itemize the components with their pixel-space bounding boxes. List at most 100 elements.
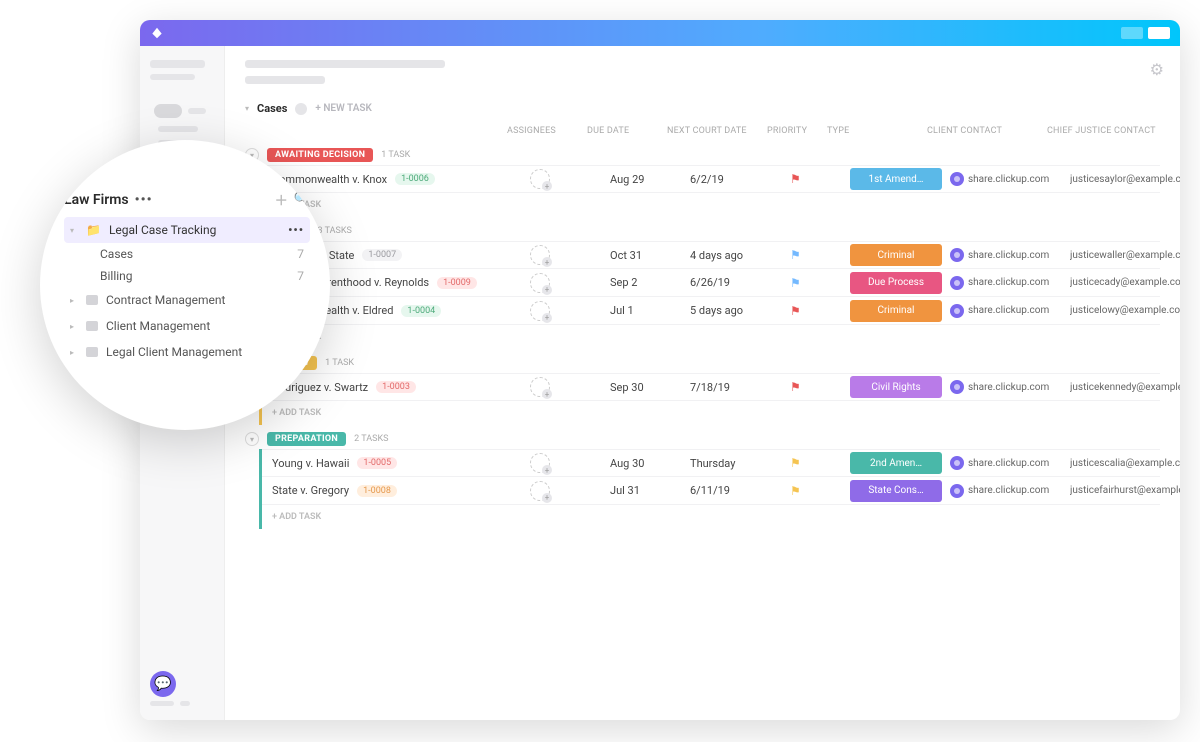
new-task-button[interactable]: + NEW TASK [315, 103, 372, 114]
due-date[interactable]: Aug 29 [610, 173, 690, 186]
task-row[interactable]: Young v. Hawaii 1-0005 Aug 30 Thursday ⚑… [262, 449, 1160, 477]
client-contact[interactable]: share.clickup.com [950, 276, 1070, 290]
status-pill[interactable]: AWAITING DECISION [267, 148, 373, 162]
sidebar-folder[interactable]: ▸ Legal Client Management [64, 339, 310, 365]
chief-justice-contact[interactable]: justicelowy@example.com [1070, 305, 1180, 316]
list-label: Billing [100, 269, 133, 283]
due-date[interactable]: Aug 30 [610, 457, 690, 470]
priority-flag-icon[interactable]: ⚑ [790, 304, 850, 318]
type-badge[interactable]: 1st Amend… [850, 168, 942, 190]
space-more-icon[interactable]: ••• [135, 192, 153, 208]
task-count: 1 TASK [381, 150, 410, 160]
col-type[interactable]: TYPE [827, 126, 927, 136]
sidebar-list[interactable]: Cases7 [64, 243, 310, 265]
task-id-pill[interactable]: 1-0008 [357, 485, 397, 497]
chief-justice-contact[interactable]: justicescalia@example.com [1070, 458, 1180, 469]
chat-button[interactable]: 💬 [150, 671, 176, 697]
chevron-icon: ▸ [70, 348, 78, 357]
type-badge[interactable]: State Cons… [850, 480, 942, 502]
chief-justice-contact[interactable]: justicewaller@example.com [1070, 250, 1180, 261]
task-row[interactable]: Planned Parenthood v. Reynolds 1-0009 Se… [262, 269, 1160, 297]
type-badge[interactable]: 2nd Amen… [850, 452, 942, 474]
col-client[interactable]: CLIENT CONTACT [927, 126, 1047, 136]
type-badge[interactable]: Due Process [850, 272, 942, 294]
assignee-add[interactable] [530, 481, 550, 501]
priority-flag-icon[interactable]: ⚑ [790, 484, 850, 498]
assignee-add[interactable] [530, 169, 550, 189]
client-contact[interactable]: share.clickup.com [950, 304, 1070, 318]
folder-more-icon[interactable]: ••• [288, 223, 304, 237]
client-contact[interactable]: share.clickup.com [950, 380, 1070, 394]
client-contact[interactable]: share.clickup.com [950, 248, 1070, 262]
assignee-add[interactable] [530, 377, 550, 397]
list-title[interactable]: Cases [257, 102, 287, 115]
status-pill[interactable]: PREPARATION [267, 432, 346, 446]
next-court-date[interactable]: 6/26/19 [690, 276, 790, 289]
client-contact[interactable]: share.clickup.com [950, 484, 1070, 498]
next-court-date[interactable]: 7/18/19 [690, 381, 790, 394]
next-court-date[interactable]: 5 days ago [690, 304, 790, 317]
group-collapse-icon[interactable]: ▾ [245, 432, 259, 446]
col-priority[interactable]: PRIORITY [767, 126, 827, 136]
add-task-button[interactable]: + ADD TASK [262, 325, 1160, 349]
task-row[interactable]: State v. Gregory 1-0008 Jul 31 6/11/19 ⚑… [262, 477, 1160, 505]
due-date[interactable]: Jul 31 [610, 484, 690, 497]
space-add-icon[interactable]: ＋ [275, 190, 288, 209]
next-court-date[interactable]: Thursday [690, 457, 790, 470]
sidebar-folder[interactable]: ▸ Contract Management [64, 287, 310, 313]
col-due[interactable]: DUE DATE [587, 126, 667, 136]
settings-icon[interactable]: ⚙ [1150, 60, 1164, 79]
priority-flag-icon[interactable]: ⚑ [790, 456, 850, 470]
info-icon[interactable] [295, 103, 307, 115]
assignee-add[interactable] [530, 245, 550, 265]
next-court-date[interactable]: 6/2/19 [690, 173, 790, 186]
assignee-add[interactable] [530, 453, 550, 473]
add-task-button[interactable]: + ADD TASK [262, 505, 1160, 529]
type-badge[interactable]: Civil Rights [850, 376, 942, 398]
sidebar-list[interactable]: Billing7 [64, 265, 310, 287]
col-assignees[interactable]: ASSIGNEES [507, 126, 587, 136]
due-date[interactable]: Jul 1 [610, 304, 690, 317]
list-collapse-caret[interactable]: ▾ [245, 104, 249, 113]
next-court-date[interactable]: 6/11/19 [690, 484, 790, 497]
window-button-max[interactable] [1148, 27, 1170, 39]
rail-skeleton [150, 701, 174, 706]
chief-justice-contact[interactable]: justicekennedy@example.com [1070, 382, 1180, 393]
chief-justice-contact[interactable]: justicecady@example.com [1070, 277, 1180, 288]
chief-justice-contact[interactable]: justicesaylor@example.com [1070, 174, 1180, 185]
task-row[interactable]: Commonwealth v. Eldred 1-0004 Jul 1 5 da… [262, 297, 1160, 325]
add-task-button[interactable]: + ADD TASK [262, 193, 1160, 217]
priority-flag-icon[interactable]: ⚑ [790, 172, 850, 186]
client-contact[interactable]: share.clickup.com [950, 456, 1070, 470]
folder-label: Client Management [106, 319, 210, 333]
sidebar-folder[interactable]: ▾ 📁 Legal Case Tracking ••• [64, 217, 310, 243]
task-row[interactable]: Commonwealth v. Knox 1-0006 Aug 29 6/2/1… [262, 165, 1160, 193]
task-id-pill[interactable]: 1-0005 [357, 457, 397, 469]
task-row[interactable]: Rodriguez v. Swartz 1-0003 Sep 30 7/18/1… [262, 373, 1160, 401]
window-button-min[interactable] [1121, 27, 1143, 39]
priority-flag-icon[interactable]: ⚑ [790, 248, 850, 262]
task-id-pill[interactable]: 1-0009 [437, 277, 477, 289]
task-id-pill[interactable]: 1-0004 [401, 305, 441, 317]
assignee-add[interactable] [530, 301, 550, 321]
priority-flag-icon[interactable]: ⚑ [790, 276, 850, 290]
task-id-pill[interactable]: 1-0007 [362, 249, 402, 261]
col-chief[interactable]: CHIEF JUSTICE CONTACT [1047, 126, 1180, 136]
task-id-pill[interactable]: 1-0003 [376, 381, 416, 393]
type-badge[interactable]: Criminal [850, 300, 942, 322]
due-date[interactable]: Sep 30 [610, 381, 690, 394]
client-contact[interactable]: share.clickup.com [950, 172, 1070, 186]
next-court-date[interactable]: 4 days ago [690, 249, 790, 262]
add-task-button[interactable]: + ADD TASK [262, 401, 1160, 425]
priority-flag-icon[interactable]: ⚑ [790, 380, 850, 394]
col-next-court[interactable]: NEXT COURT DATE [667, 126, 767, 136]
due-date[interactable]: Oct 31 [610, 249, 690, 262]
task-row[interactable]: Chandler v. State 1-0007 Oct 31 4 days a… [262, 241, 1160, 269]
chief-justice-contact[interactable]: justicefairhurst@example.com [1070, 485, 1180, 496]
assignee-add[interactable] [530, 273, 550, 293]
task-id-pill[interactable]: 1-0006 [395, 173, 435, 185]
sidebar-folder[interactable]: ▸ Client Management [64, 313, 310, 339]
due-date[interactable]: Sep 2 [610, 276, 690, 289]
type-badge[interactable]: Criminal [850, 244, 942, 266]
space-name[interactable]: Law Firms [64, 192, 129, 208]
